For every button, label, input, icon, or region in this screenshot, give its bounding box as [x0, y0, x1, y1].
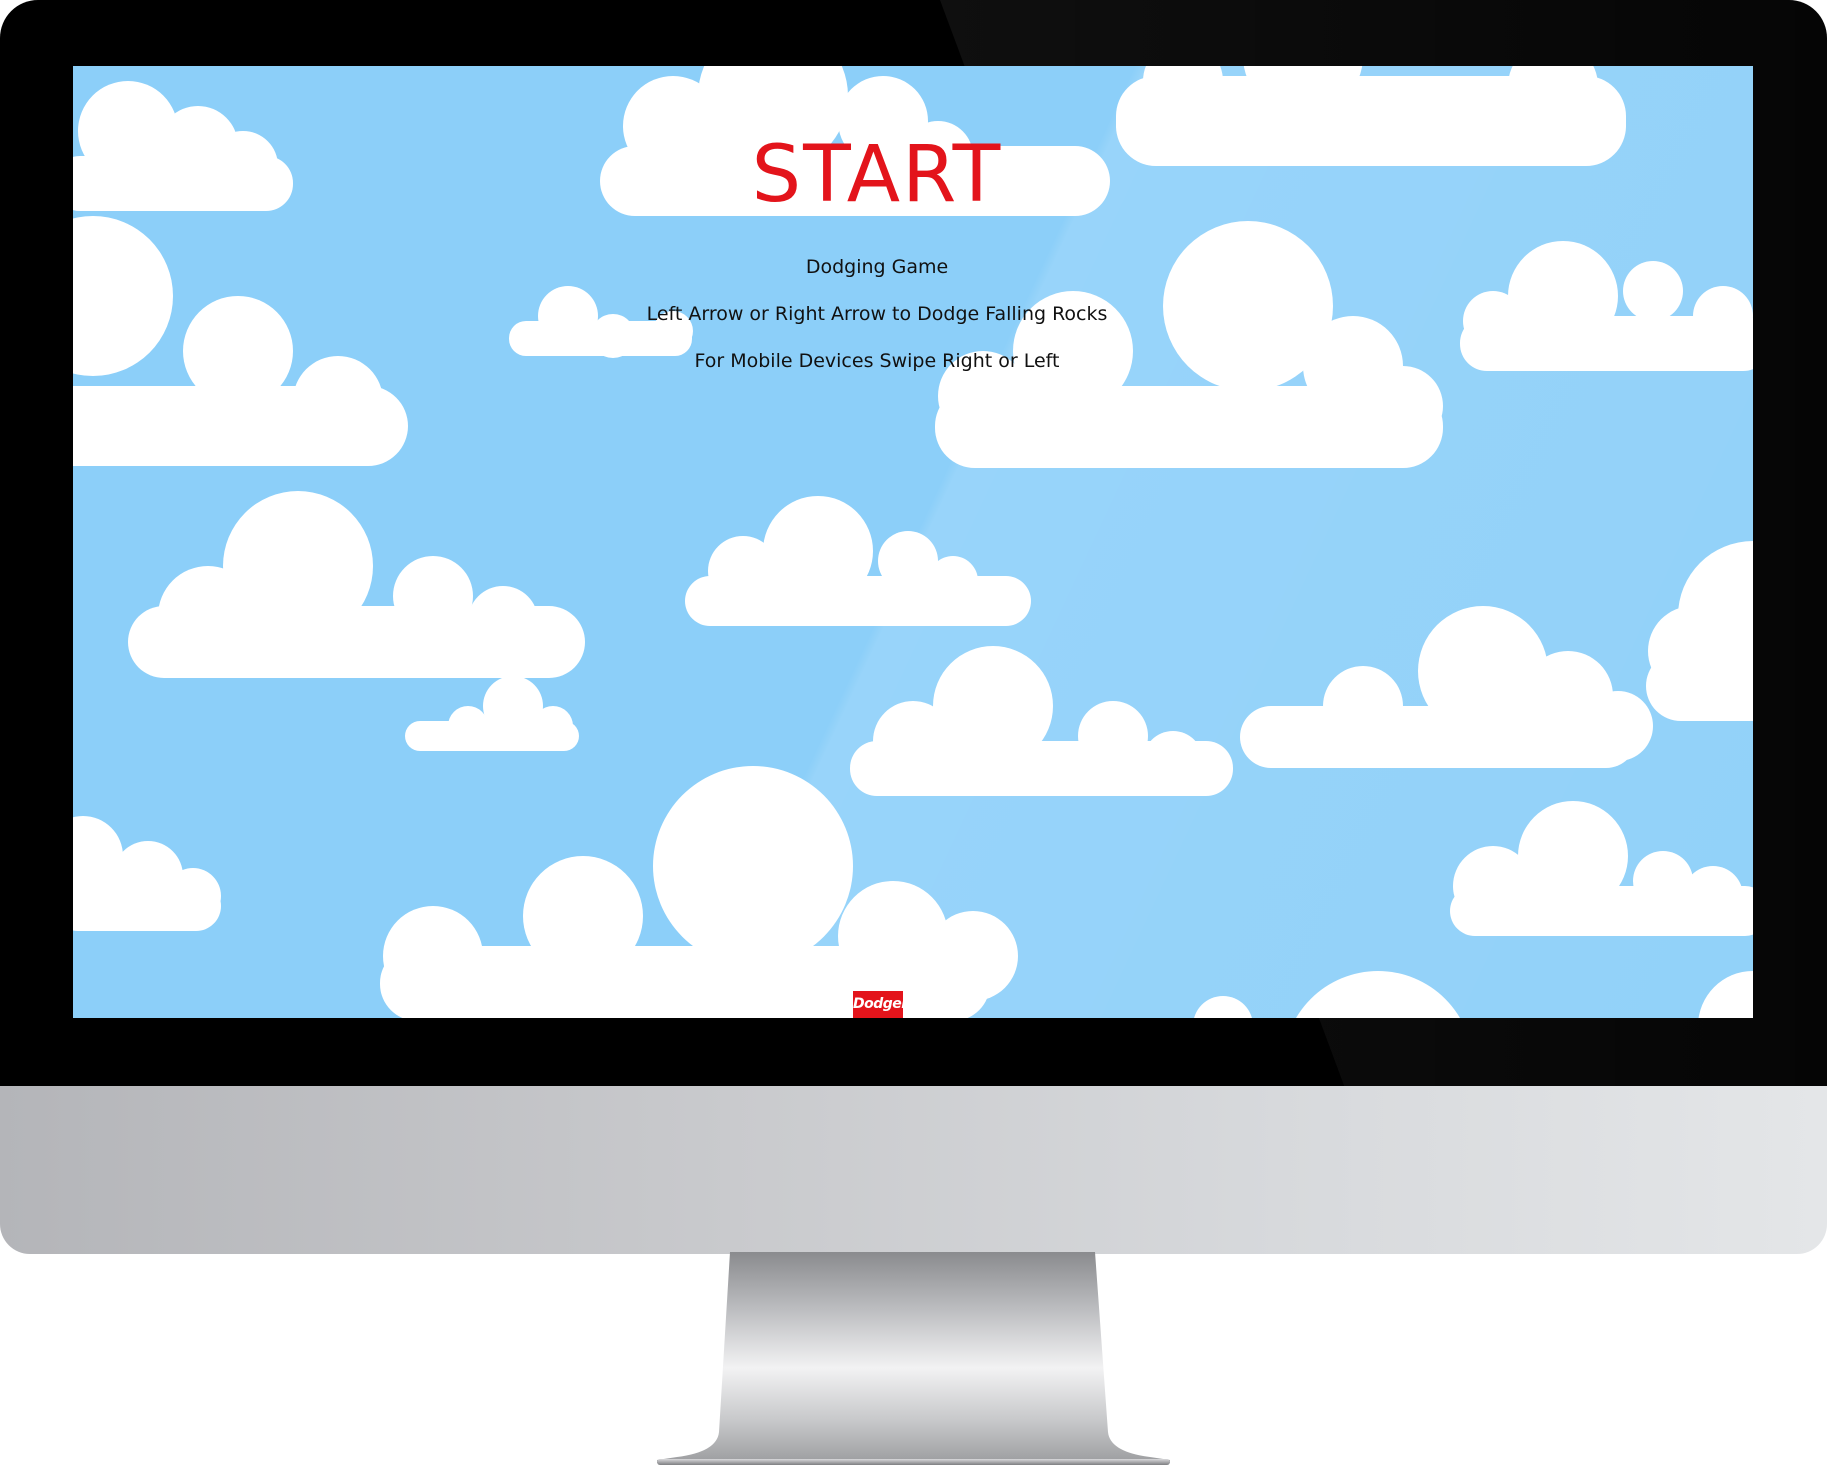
game-title-text: Dodging Game [805, 256, 949, 278]
controls-instructions-text: Left Arrow or Right Arrow to Dodge Falli… [646, 303, 1108, 325]
monitor-stand [657, 1252, 1170, 1465]
game-screen[interactable]: START Dodging Game Left Arrow or Right A… [73, 66, 1753, 1018]
cloud [1240, 606, 1653, 768]
cloud [850, 646, 1233, 796]
cloud [380, 766, 1018, 1018]
cloud [73, 816, 221, 931]
start-button[interactable]: START [73, 136, 1681, 214]
monitor-bezel: START Dodging Game Left Arrow or Right A… [0, 0, 1827, 1088]
cloud [405, 676, 579, 751]
cloud [128, 491, 585, 678]
cloud [1194, 971, 1753, 1018]
monitor-chin [0, 1086, 1827, 1254]
monitor-mockup: START Dodging Game Left Arrow or Right A… [0, 0, 1827, 1465]
cloud [685, 496, 1031, 626]
mobile-instructions-text: For Mobile Devices Swipe Right or Left [694, 350, 1060, 372]
cloud [1646, 541, 1753, 721]
cloud [73, 216, 408, 466]
cloud [1450, 801, 1753, 936]
dodger-player-badge: Dodger [853, 991, 908, 1018]
